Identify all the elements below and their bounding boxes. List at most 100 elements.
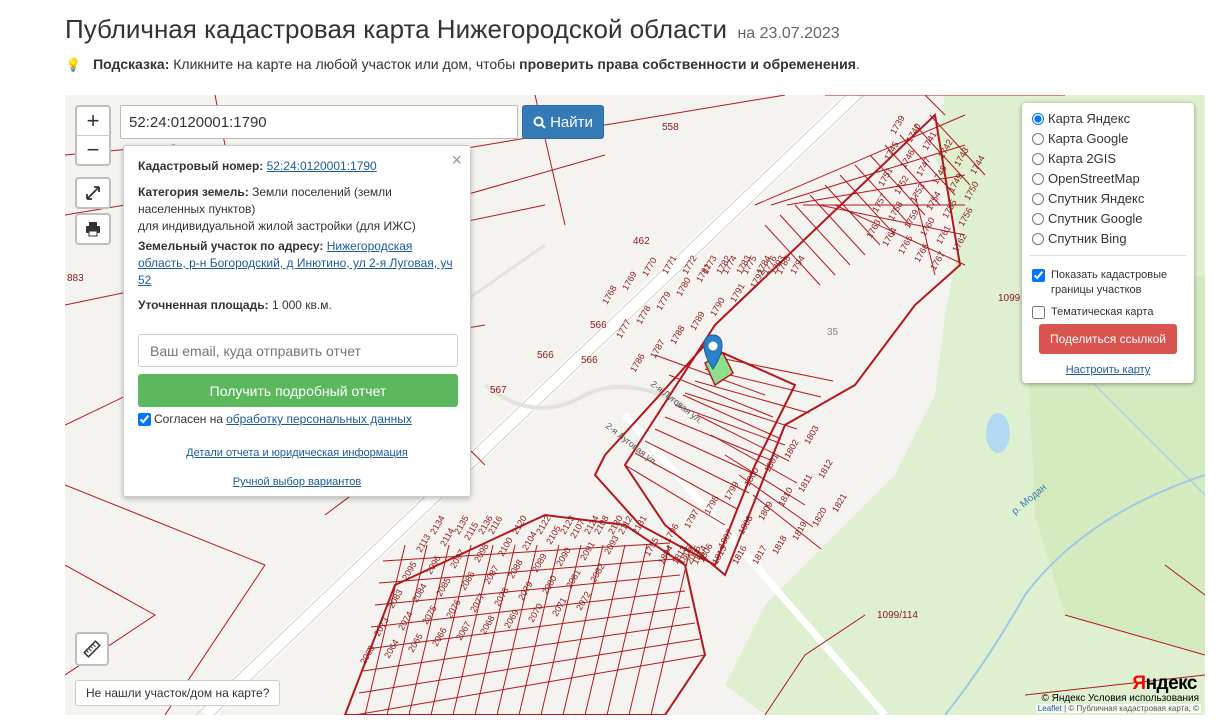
- ruler-icon: [83, 640, 101, 658]
- parcel-label: 2083: [386, 588, 405, 610]
- parcel-label: 1819: [790, 520, 809, 542]
- parcel-label: 2088: [506, 558, 525, 580]
- parcel-label: 566: [537, 350, 554, 361]
- parcel-label: 1753: [908, 182, 927, 204]
- hint: 💡 Подсказка: Кликните на карте на любой …: [65, 56, 860, 73]
- layer-option[interactable]: Карта 2GIS: [1032, 151, 1116, 166]
- land-category-row: Категория земель: Земли поселений (земли…: [138, 184, 456, 235]
- parcel-label: 1820: [810, 506, 829, 528]
- layer-radio[interactable]: [1032, 172, 1044, 185]
- parcel-label: 1803: [802, 424, 821, 446]
- parcel-label: 1765: [896, 234, 915, 256]
- parcel-border: [794, 204, 851, 266]
- yandex-copyright[interactable]: © Яндекс Условия использования: [1041, 693, 1199, 704]
- parcel-label: 2086: [458, 570, 477, 592]
- attribution: Leaflet | © Публичная кадастровая карта,…: [1035, 704, 1201, 713]
- personal-data-link[interactable]: обработку персональных данных: [226, 412, 412, 426]
- layer-option[interactable]: Спутник Яндекс: [1032, 191, 1144, 206]
- parcel-label: 1800: [742, 466, 761, 488]
- consent-row: Согласен на обработку персональных данны…: [138, 412, 412, 426]
- zoom-in-button[interactable]: +: [77, 107, 109, 136]
- zoom-out-button[interactable]: −: [77, 136, 109, 164]
- area-value: 1 000 кв.м.: [271, 298, 332, 312]
- parcel-label: 1789: [688, 310, 707, 332]
- category-label: Категория земель:: [138, 185, 249, 199]
- parcel-label: 1757: [870, 192, 889, 214]
- show-borders-checkbox[interactable]: [1032, 269, 1045, 282]
- print-button[interactable]: [75, 213, 111, 245]
- manual-select-link[interactable]: Ручной выбор вариантов: [233, 476, 361, 488]
- parcel-label: 1794: [788, 254, 807, 276]
- cadastral-search-input[interactable]: [120, 105, 518, 139]
- parcel-label: 1099/114: [877, 610, 918, 621]
- parcel-label: 566: [590, 320, 607, 331]
- parcel-label: 1799: [722, 480, 741, 502]
- parcel-label: 1787: [648, 338, 667, 360]
- hint-label: Подсказка:: [93, 56, 170, 72]
- parcel-label: 1811: [796, 472, 814, 494]
- measure-button[interactable]: [75, 632, 109, 666]
- fullscreen-button[interactable]: [75, 177, 111, 209]
- parcel-label: 1768: [600, 284, 619, 306]
- details-row: Детали отчета и юридическая информация: [124, 447, 470, 459]
- parcel-label: 35: [827, 327, 839, 338]
- layer-radio[interactable]: [1032, 132, 1044, 145]
- parcel-label: 2070: [526, 602, 545, 624]
- layer-radio[interactable]: [1032, 112, 1044, 125]
- parcel-label: 1821: [830, 492, 849, 514]
- report-details-link[interactable]: Детали отчета и юридическая информация: [186, 447, 408, 459]
- layer-radio[interactable]: [1032, 152, 1044, 165]
- page-date: на 23.07.2023: [737, 25, 840, 42]
- search-button[interactable]: Найти: [522, 105, 604, 139]
- parcel-label: 1788: [668, 324, 687, 346]
- parcel-label: 2089: [530, 552, 549, 574]
- parcel-label: 2074: [396, 610, 415, 632]
- not-found-button[interactable]: Не нашли участок/дом на карте?: [75, 680, 281, 706]
- parcel-label: 2080: [540, 574, 559, 596]
- parcel-label: 566: [581, 355, 598, 366]
- thematic-row: Тематическая карта: [1032, 305, 1153, 320]
- parcel-label: 1763: [864, 218, 883, 240]
- layer-radio[interactable]: [1032, 232, 1044, 245]
- yandex-logo: Яндекс: [1132, 673, 1197, 694]
- parcel-label: 1769: [620, 270, 639, 292]
- layer-option[interactable]: Карта Google: [1032, 131, 1128, 146]
- layer-option[interactable]: Карта Яндекс: [1032, 111, 1130, 126]
- configure-map-link[interactable]: Настроить карту: [1022, 364, 1194, 376]
- parcel-label: 883: [67, 273, 84, 284]
- share-link-button[interactable]: Поделиться ссылкой: [1039, 324, 1177, 354]
- get-report-button[interactable]: Получить подробный отчет: [138, 374, 458, 407]
- email-field[interactable]: [138, 334, 458, 367]
- parcel-label: 1746: [898, 148, 917, 170]
- parcel-info-popup: × Кадастровый номер: 52:24:0120001:1790 …: [123, 145, 471, 497]
- layer-option[interactable]: Спутник Bing: [1032, 231, 1127, 246]
- cadastral-number-link[interactable]: 52:24:0120001:1790: [267, 159, 377, 173]
- parcel-label: 1786: [628, 352, 647, 374]
- layers-divider: [1030, 255, 1186, 256]
- consent-checkbox[interactable]: [138, 412, 151, 426]
- parcel-label: 1759: [902, 208, 921, 230]
- parcel-label: 1754: [924, 190, 943, 212]
- parcel-label: 2064: [382, 638, 401, 660]
- manual-row: Ручной выбор вариантов: [124, 476, 470, 488]
- leaflet-link[interactable]: Leaflet: [1038, 704, 1062, 713]
- layer-label: OpenStreetMap: [1048, 171, 1140, 186]
- layer-option[interactable]: OpenStreetMap: [1032, 171, 1140, 186]
- parcel-label: 2087: [482, 564, 501, 586]
- layer-radio[interactable]: [1032, 212, 1044, 225]
- thematic-label: Тематическая карта: [1051, 306, 1154, 318]
- parcel-label: 558: [662, 122, 679, 133]
- parcel-label: 1808: [736, 514, 755, 536]
- parcel-label: 462: [633, 236, 650, 247]
- search-icon: [533, 116, 546, 129]
- lightbulb-icon: 💡: [65, 57, 82, 72]
- thematic-checkbox[interactable]: [1032, 306, 1045, 319]
- map[interactable]: 558 462 883 566 566 566 567 1099 1099/114 35 р. Мо…: [65, 95, 1205, 715]
- parcel-label: 1758: [886, 200, 905, 222]
- hint-text: Кликните на карте на любой участок или д…: [173, 56, 516, 72]
- hint-bold: проверить права собственности и обремене…: [519, 56, 856, 72]
- layer-radio[interactable]: [1032, 192, 1044, 205]
- layer-option[interactable]: Спутник Google: [1032, 211, 1143, 226]
- pond: [986, 413, 1010, 453]
- sources-text: | © Публичная кадастровая карта, ©: [1064, 704, 1199, 713]
